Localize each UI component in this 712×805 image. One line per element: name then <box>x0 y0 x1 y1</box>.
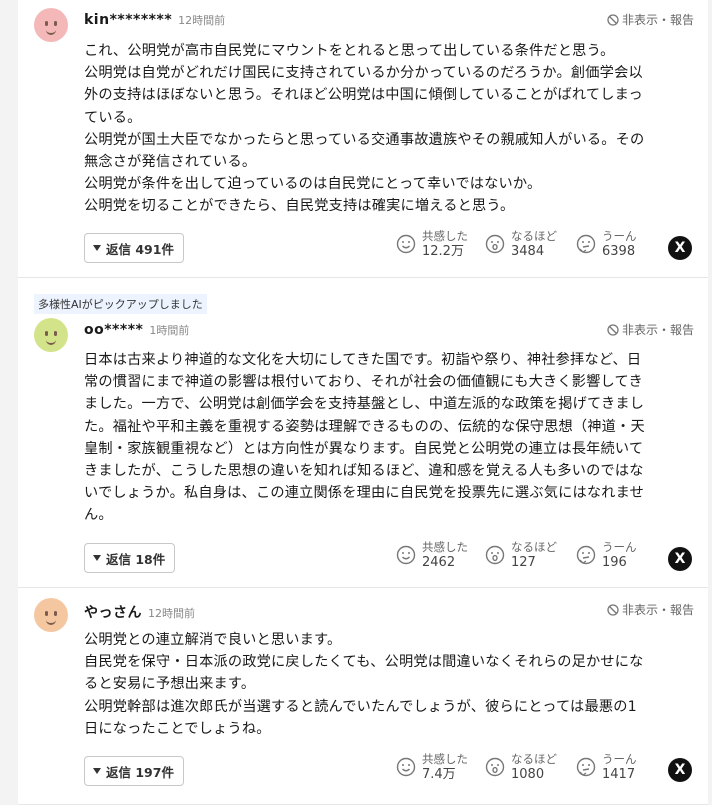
caret-down-icon <box>93 245 101 251</box>
reply-toggle-button[interactable]: 返信 18件 <box>84 543 176 573</box>
timestamp: 12時間前 <box>148 607 195 620</box>
smile-empathy-icon <box>396 545 416 565</box>
ban-icon <box>607 603 619 616</box>
comment-body: 公明党との連立解消で良いと思います。 自民党を保守・日本派の政党に戻したくても、… <box>84 632 644 737</box>
hide-report-button[interactable]: 非表示・報告 <box>607 11 694 28</box>
reaction-empathy-button[interactable]: 共感した 7.4万 <box>396 752 468 783</box>
reaction-naruhodo-button[interactable]: なるほど 127 <box>485 540 557 571</box>
hide-report-button[interactable]: 非表示・報告 <box>607 601 694 618</box>
reaction-uun-button[interactable]: うーん 1417 <box>576 752 637 783</box>
x-share-icon[interactable]: X <box>668 758 692 782</box>
thinking-icon <box>576 757 596 777</box>
timestamp: 12時間前 <box>178 14 226 27</box>
timestamp: 1時間前 <box>149 324 190 337</box>
avatar[interactable] <box>34 598 68 632</box>
x-share-icon[interactable]: X <box>668 236 692 260</box>
ai-pickup-badge: 多様性AIがピックアップしました <box>34 294 207 314</box>
reaction-empathy-button[interactable]: 共感した 12.2万 <box>396 229 468 260</box>
surprise-icon <box>485 234 505 254</box>
comment-body: 日本は古来より神道的な文化を大切にしてきた国です。初詣や祭り、神社参拝など、日 … <box>84 352 645 524</box>
reply-toggle-button[interactable]: 返信 491件 <box>84 233 184 263</box>
reaction-uun-button[interactable]: うーん 6398 <box>576 229 637 260</box>
surprise-icon <box>485 757 505 777</box>
reply-toggle-button[interactable]: 返信 197件 <box>84 756 184 786</box>
reaction-naruhodo-button[interactable]: なるほど 3484 <box>485 229 557 260</box>
username[interactable]: やっさん 12時間前 <box>84 602 195 622</box>
surprise-icon <box>485 545 505 565</box>
ban-icon <box>607 13 619 26</box>
avatar[interactable] <box>34 318 68 352</box>
username[interactable]: oo***** 1時間前 <box>84 322 189 338</box>
comment-body: これ、公明党が高市自民党にマウントをとれると思って出している条件だと思う。 公明… <box>84 43 645 215</box>
username[interactable]: kin******** 12時間前 <box>84 12 225 28</box>
x-share-icon[interactable]: X <box>668 547 692 571</box>
ban-icon <box>607 323 619 336</box>
comment-item: kin******** 12時間前 非表示・報告 これ、公明党が高市自民党にマウン… <box>18 0 708 278</box>
reaction-uun-button[interactable]: うーん 196 <box>576 540 637 571</box>
hide-report-button[interactable]: 非表示・報告 <box>607 321 694 338</box>
comment-item: 多様性AIがピックアップしました oo***** 1時間前 非表示・報告 日本は古… <box>18 278 708 588</box>
thinking-icon <box>576 234 596 254</box>
comment-item: やっさん 12時間前 非表示・報告 公明党との連立解消で良いと思います。 自民党を… <box>18 588 708 805</box>
reaction-naruhodo-button[interactable]: なるほど 1080 <box>485 752 557 783</box>
caret-down-icon <box>93 555 101 561</box>
caret-down-icon <box>93 768 101 774</box>
smile-empathy-icon <box>396 757 416 777</box>
comment-feed: kin******** 12時間前 非表示・報告 これ、公明党が高市自民党にマウン… <box>18 0 708 805</box>
thinking-icon <box>576 545 596 565</box>
avatar[interactable] <box>34 8 68 42</box>
smile-empathy-icon <box>396 234 416 254</box>
reaction-empathy-button[interactable]: 共感した 2462 <box>396 540 468 571</box>
